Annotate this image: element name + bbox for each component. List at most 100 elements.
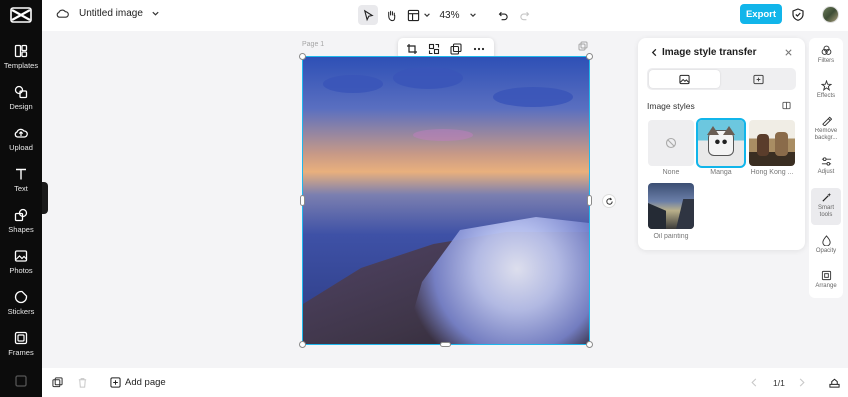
page-counter: 1/1 [773, 378, 785, 388]
flip-icon[interactable] [428, 43, 440, 55]
next-page-icon[interactable] [798, 377, 806, 388]
redo-button[interactable] [515, 5, 535, 25]
sidebar-item-photos[interactable]: Photos [0, 247, 42, 285]
sidebar-item-stickers[interactable]: Stickers [0, 288, 42, 326]
text-icon [16, 168, 26, 180]
sidebar-item-label: Frames [8, 348, 34, 357]
style-option-oil-painting[interactable] [648, 183, 694, 229]
delete-page-icon[interactable] [77, 377, 88, 388]
sidebar-item-more[interactable] [0, 372, 42, 397]
more-options-icon[interactable] [473, 43, 485, 55]
style-name: Hong Kong ... [750, 169, 794, 176]
tool-adjust[interactable]: Adjust [811, 152, 841, 186]
none-icon [665, 137, 677, 149]
right-tool-strip: Filters Effects Remove backgr... Adjust … [809, 38, 843, 298]
rotate-handle[interactable] [602, 194, 616, 208]
tool-arrange[interactable]: Arrange [811, 266, 841, 300]
upload-icon [14, 128, 28, 138]
style-option-none[interactable] [648, 120, 694, 166]
layout-menu-button[interactable] [405, 5, 433, 25]
smart-tools-icon [821, 192, 831, 202]
compare-icon[interactable] [782, 101, 791, 110]
capcut-logo-icon[interactable] [10, 6, 32, 24]
sidebar-item-shapes[interactable]: Shapes [0, 206, 42, 244]
style-name: Manga [710, 169, 732, 176]
effects-icon [820, 80, 832, 91]
resize-handle-bottom-right[interactable] [586, 341, 593, 348]
manga-ear [723, 126, 735, 135]
rotate-icon [605, 197, 613, 205]
more-apps-icon [15, 375, 27, 387]
resize-handle-top-right[interactable] [586, 53, 593, 60]
tab-custom-style[interactable] [723, 70, 794, 88]
sidebar-item-templates[interactable]: Templates [0, 42, 42, 80]
resize-handle-right[interactable] [587, 195, 592, 206]
section-label: Image styles [647, 101, 695, 111]
resize-handle-bottom[interactable] [440, 342, 451, 347]
resize-handle-top-left[interactable] [299, 53, 306, 60]
zoom-dropdown[interactable]: 43% [438, 5, 478, 25]
zoom-level: 43% [439, 9, 460, 21]
arrange-icon [821, 270, 831, 281]
tool-smart-tools[interactable]: Smart tools [811, 188, 841, 225]
back-arrow-icon[interactable] [650, 48, 659, 57]
sidebar-item-upload[interactable]: Upload [0, 124, 42, 162]
tool-remove-background[interactable]: Remove backgr... [811, 111, 841, 149]
hand-tool-button[interactable] [381, 5, 401, 25]
sidebar-item-text[interactable]: Text [0, 165, 42, 203]
layers-icon[interactable] [829, 377, 840, 388]
duplicate-icon[interactable] [450, 43, 462, 55]
style-option-hong-kong[interactable] [749, 120, 795, 166]
frames-icon [14, 331, 28, 345]
tool-opacity[interactable]: Opacity [811, 231, 841, 265]
tool-label: Remove backgr... [814, 128, 838, 141]
tool-filters[interactable]: Filters [811, 41, 841, 75]
style-name: Oil painting [653, 233, 689, 240]
close-icon[interactable] [784, 48, 793, 57]
oil-painting-rock [676, 199, 694, 229]
hong-kong-thumbnail [757, 134, 769, 156]
oil-painting-thumbnail [648, 203, 666, 229]
resize-handle-bottom-left[interactable] [299, 341, 306, 348]
undo-button[interactable] [492, 5, 512, 25]
select-tool-button[interactable] [358, 5, 378, 25]
style-name: None [662, 169, 680, 176]
image-style-icon [679, 74, 690, 84]
tool-label: Opacity [815, 248, 837, 254]
cursor-icon [363, 9, 374, 21]
add-page-icon [110, 377, 121, 388]
sidebar-item-label: Upload [9, 143, 33, 152]
image-style-transfer-panel: Image style transfer Image styles None M… [638, 38, 805, 250]
chevron-down-icon [469, 13, 476, 17]
top-bar: Untitled image 43% Export [42, 0, 848, 31]
hand-icon [387, 10, 395, 21]
filters-icon [821, 45, 831, 55]
chevron-down-icon [424, 13, 430, 17]
sidebar-item-frames[interactable]: Frames [0, 329, 42, 367]
shield-icon[interactable] [792, 8, 804, 21]
chevron-down-icon [152, 11, 159, 16]
canvas-image[interactable] [302, 56, 590, 345]
sidebar-item-label: Text [14, 184, 28, 193]
sidebar-item-label: Photos [9, 266, 33, 275]
tool-label: Filters [817, 58, 835, 64]
add-page-label: Add page [125, 377, 166, 388]
crop-icon[interactable] [406, 43, 418, 55]
undo-icon [498, 11, 508, 20]
style-option-manga[interactable] [696, 118, 746, 168]
resize-handle-left[interactable] [300, 195, 305, 206]
avatar[interactable] [822, 6, 839, 23]
duplicate-page-icon[interactable] [578, 41, 588, 51]
sidebar-collapse-handle[interactable] [42, 182, 48, 214]
stickers-icon [14, 290, 28, 304]
export-button[interactable]: Export [740, 4, 782, 24]
sidebar-item-design[interactable]: Design [0, 83, 42, 121]
tab-image-styles[interactable] [649, 70, 720, 88]
pages-panel-icon[interactable] [52, 377, 63, 388]
document-title[interactable]: Untitled image [56, 7, 160, 20]
templates-icon [14, 44, 28, 58]
sidebar-item-label: Design [9, 102, 33, 111]
tool-effects[interactable]: Effects [811, 76, 841, 110]
add-page-button[interactable]: Add page [110, 377, 166, 388]
previous-page-icon[interactable] [750, 377, 758, 388]
